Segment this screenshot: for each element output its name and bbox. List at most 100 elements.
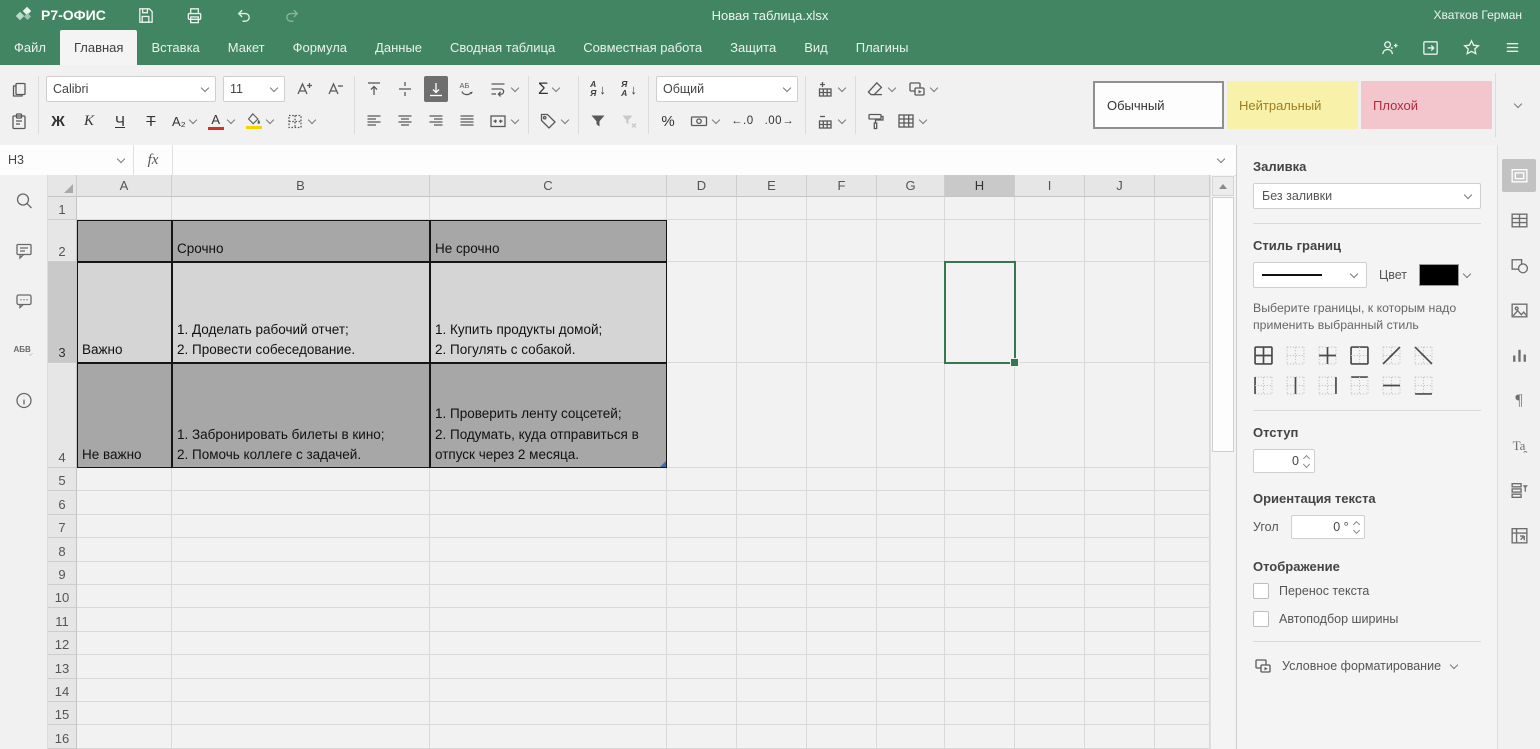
undo-button[interactable] bbox=[234, 6, 253, 25]
cell-I10[interactable] bbox=[1015, 585, 1085, 608]
sort-ascending-button[interactable]: АЯ↓ bbox=[586, 76, 610, 102]
border-top-button[interactable] bbox=[1349, 375, 1370, 396]
cell-J6[interactable] bbox=[1085, 491, 1155, 514]
cell-G4[interactable] bbox=[877, 363, 945, 468]
cell-C11[interactable] bbox=[430, 608, 667, 631]
spinner-arrows-icon[interactable] bbox=[1304, 454, 1310, 468]
autosum-button[interactable]: Σ bbox=[536, 76, 562, 102]
cell-B4[interactable]: 1. Забронировать билеты в кино; 2. Помоч… bbox=[172, 363, 430, 468]
cell-H10[interactable] bbox=[945, 585, 1015, 608]
tab-Сводная таблица[interactable]: Сводная таблица bbox=[436, 30, 569, 65]
border-left-button[interactable] bbox=[1253, 375, 1274, 396]
print-button[interactable] bbox=[185, 6, 204, 25]
cell-name-box[interactable]: H3 bbox=[0, 145, 134, 175]
cell-I15[interactable] bbox=[1015, 702, 1085, 725]
add-user-icon[interactable] bbox=[1380, 38, 1399, 57]
angle-spinner[interactable]: 0 ° bbox=[1291, 515, 1365, 539]
tab-Главная[interactable]: Главная bbox=[60, 30, 137, 65]
cell-x14[interactable] bbox=[1155, 679, 1210, 702]
increase-font-button[interactable] bbox=[292, 76, 316, 102]
cell-F12[interactable] bbox=[807, 632, 877, 655]
scroll-up-button[interactable] bbox=[1212, 176, 1234, 196]
row-header-10[interactable]: 10 bbox=[48, 585, 77, 608]
cell-A14[interactable] bbox=[77, 679, 172, 702]
cell-G12[interactable] bbox=[877, 632, 945, 655]
cell-x1[interactable] bbox=[1155, 197, 1210, 220]
conditional-formatting-button[interactable] bbox=[905, 76, 940, 102]
insert-function-button[interactable]: fx bbox=[134, 145, 173, 175]
cell-D12[interactable] bbox=[667, 632, 737, 655]
cell-A10[interactable] bbox=[77, 585, 172, 608]
cell-A1[interactable] bbox=[77, 197, 172, 220]
accounting-style-button[interactable] bbox=[687, 108, 722, 134]
tab-Плагины[interactable]: Плагины bbox=[842, 30, 923, 65]
row-header-3[interactable]: 3 bbox=[48, 262, 77, 363]
cell-F8[interactable] bbox=[807, 538, 877, 561]
row-header-7[interactable]: 7 bbox=[48, 515, 77, 538]
cell-F4[interactable] bbox=[807, 363, 877, 468]
cell-I8[interactable] bbox=[1015, 538, 1085, 561]
cell-J5[interactable] bbox=[1085, 468, 1155, 491]
cell-G15[interactable] bbox=[877, 702, 945, 725]
cell-F9[interactable] bbox=[807, 562, 877, 585]
tab-Данные[interactable]: Данные bbox=[361, 30, 436, 65]
cell-H12[interactable] bbox=[945, 632, 1015, 655]
cell-x6[interactable] bbox=[1155, 491, 1210, 514]
cell-B8[interactable] bbox=[172, 538, 430, 561]
cell-E9[interactable] bbox=[737, 562, 807, 585]
cell-J4[interactable] bbox=[1085, 363, 1155, 468]
named-ranges-button[interactable] bbox=[536, 108, 571, 134]
cell-x4[interactable] bbox=[1155, 363, 1210, 468]
cell-F14[interactable] bbox=[807, 679, 877, 702]
column-header-D[interactable]: D bbox=[667, 175, 737, 197]
cell-A7[interactable] bbox=[77, 515, 172, 538]
open-file-location-icon[interactable] bbox=[1421, 38, 1440, 57]
cell-C8[interactable] bbox=[430, 538, 667, 561]
cell-H13[interactable] bbox=[945, 655, 1015, 678]
cell-B14[interactable] bbox=[172, 679, 430, 702]
font-name-select[interactable]: Calibri bbox=[46, 76, 216, 102]
cell-D4[interactable] bbox=[667, 363, 737, 468]
cell-style-Плохой[interactable]: Плохой bbox=[1361, 81, 1492, 129]
border-outside-button[interactable] bbox=[1349, 345, 1370, 366]
copy-button[interactable] bbox=[7, 76, 31, 102]
subscript-button[interactable]: А₂ bbox=[170, 108, 199, 134]
column-header-I[interactable]: I bbox=[1015, 175, 1085, 197]
italic-button[interactable]: К bbox=[77, 108, 101, 134]
cell-E8[interactable] bbox=[737, 538, 807, 561]
cell-D11[interactable] bbox=[667, 608, 737, 631]
cell-C13[interactable] bbox=[430, 655, 667, 678]
cell-E7[interactable] bbox=[737, 515, 807, 538]
column-header-H[interactable]: H bbox=[945, 175, 1015, 197]
cell-B16[interactable] bbox=[172, 725, 430, 748]
column-header-J[interactable]: J bbox=[1085, 175, 1155, 197]
align-center-button[interactable] bbox=[393, 108, 417, 134]
cell-E4[interactable] bbox=[737, 363, 807, 468]
cell-C16[interactable] bbox=[430, 725, 667, 748]
cell-A3[interactable]: Важно bbox=[77, 262, 172, 363]
tab-Защита[interactable]: Защита bbox=[716, 30, 790, 65]
column-header-G[interactable]: G bbox=[877, 175, 945, 197]
cell-J11[interactable] bbox=[1085, 608, 1155, 631]
column-header-filler[interactable] bbox=[1155, 175, 1210, 197]
cell-C1[interactable] bbox=[430, 197, 667, 220]
merge-cells-button[interactable] bbox=[486, 108, 521, 134]
cell-G1[interactable] bbox=[877, 197, 945, 220]
chart-settings-icon[interactable] bbox=[1502, 339, 1536, 372]
cell-E15[interactable] bbox=[737, 702, 807, 725]
cell-D5[interactable] bbox=[667, 468, 737, 491]
cell-D9[interactable] bbox=[667, 562, 737, 585]
align-left-button[interactable] bbox=[362, 108, 386, 134]
about-icon[interactable] bbox=[8, 387, 40, 413]
cell-H5[interactable] bbox=[945, 468, 1015, 491]
cell-F13[interactable] bbox=[807, 655, 877, 678]
column-header-A[interactable]: A bbox=[77, 175, 172, 197]
cell-H16[interactable] bbox=[945, 725, 1015, 748]
cell-J8[interactable] bbox=[1085, 538, 1155, 561]
cell-J15[interactable] bbox=[1085, 702, 1155, 725]
row-header-9[interactable]: 9 bbox=[48, 562, 77, 585]
cell-G7[interactable] bbox=[877, 515, 945, 538]
cell-I14[interactable] bbox=[1015, 679, 1085, 702]
cell-C2[interactable]: Не срочно bbox=[430, 220, 667, 262]
row-header-12[interactable]: 12 bbox=[48, 632, 77, 655]
